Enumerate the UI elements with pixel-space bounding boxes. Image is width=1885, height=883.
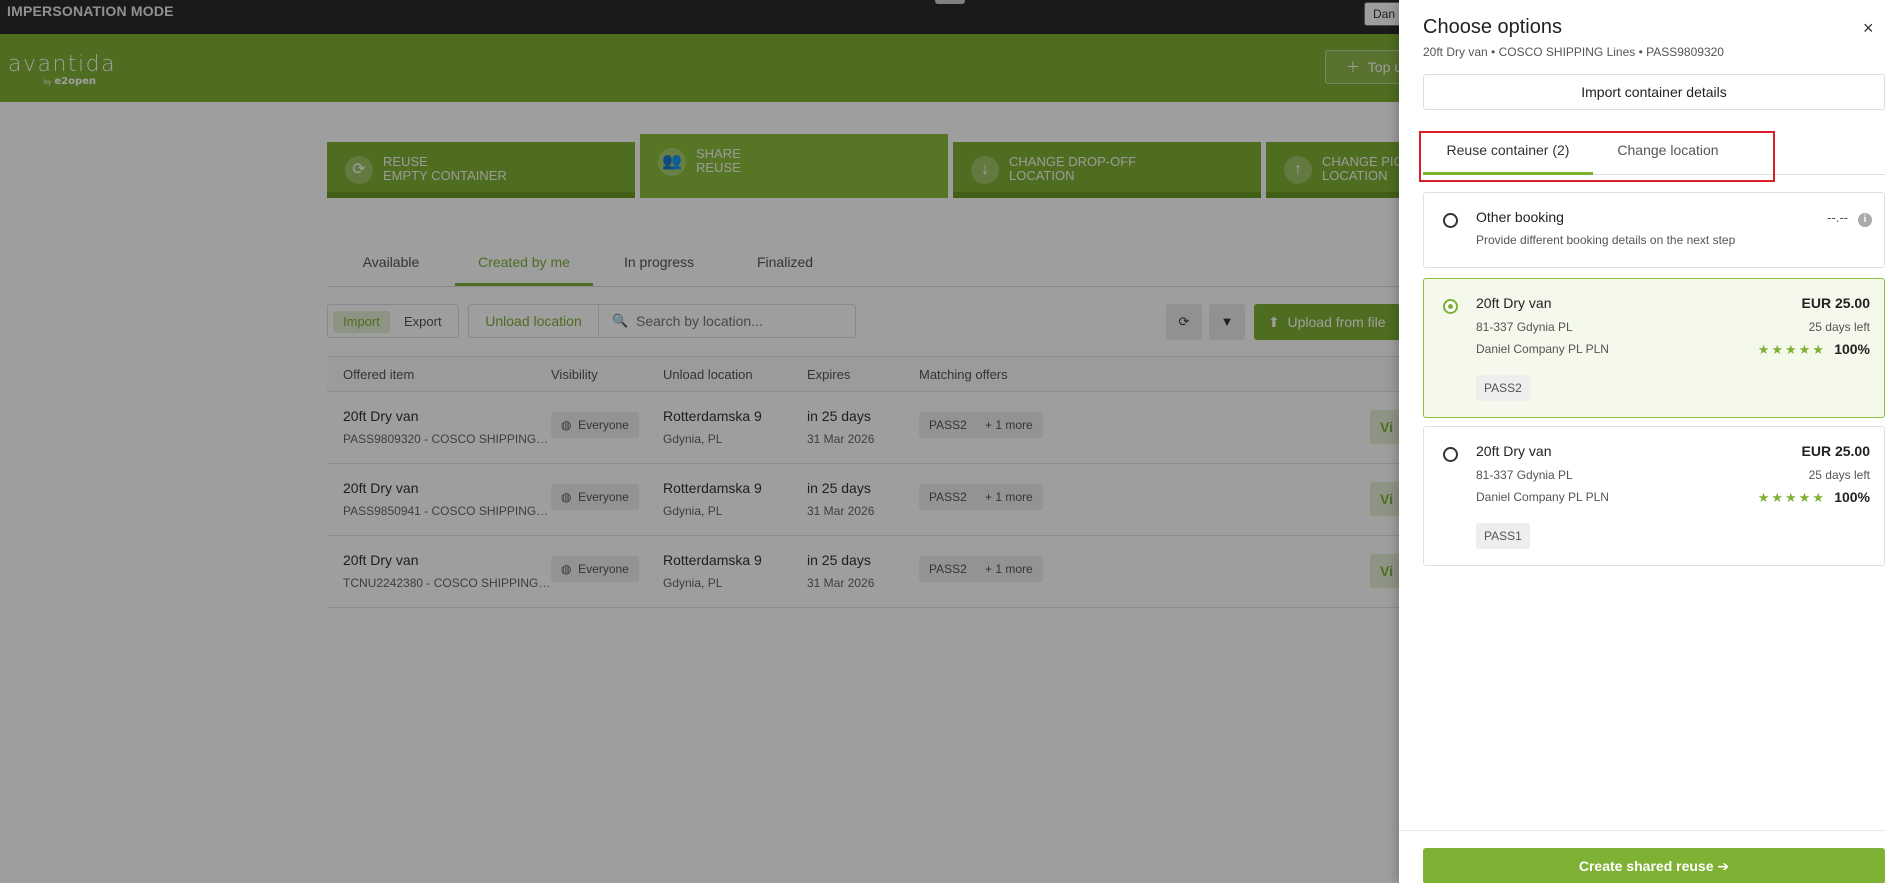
import-container-details-button[interactable]: Import container details <box>1423 74 1885 110</box>
create-shared-reuse-button[interactable]: Create shared reuse ➔ <box>1423 848 1885 883</box>
option-container-pass2[interactable]: 20ft Dry van 81-337 Gdynia PL Daniel Com… <box>1423 278 1885 418</box>
radio-option[interactable] <box>1443 299 1458 314</box>
panel-subtitle: 20ft Dry van • COSCO SHIPPING Lines • PA… <box>1423 45 1724 59</box>
option-container-pass1[interactable]: 20ft Dry van 81-337 Gdynia PL Daniel Com… <box>1423 426 1885 566</box>
close-icon[interactable]: × <box>1863 18 1874 39</box>
panel-title: Choose options <box>1423 16 1562 38</box>
radio-option[interactable] <box>1443 447 1458 462</box>
option-other-booking[interactable]: Other booking Provide different booking … <box>1423 192 1885 268</box>
rating-stars-icon: ★★★★★ <box>1757 342 1826 357</box>
highlight-box <box>1419 131 1775 182</box>
panel-footer: Create shared reuse ➔ <box>1399 830 1885 883</box>
info-icon[interactable]: i <box>1858 213 1872 227</box>
container-tag: PASS1 <box>1476 523 1530 549</box>
rating-stars-icon: ★★★★★ <box>1757 490 1826 505</box>
radio-other-booking[interactable] <box>1443 213 1458 228</box>
container-tag: PASS2 <box>1476 375 1530 401</box>
